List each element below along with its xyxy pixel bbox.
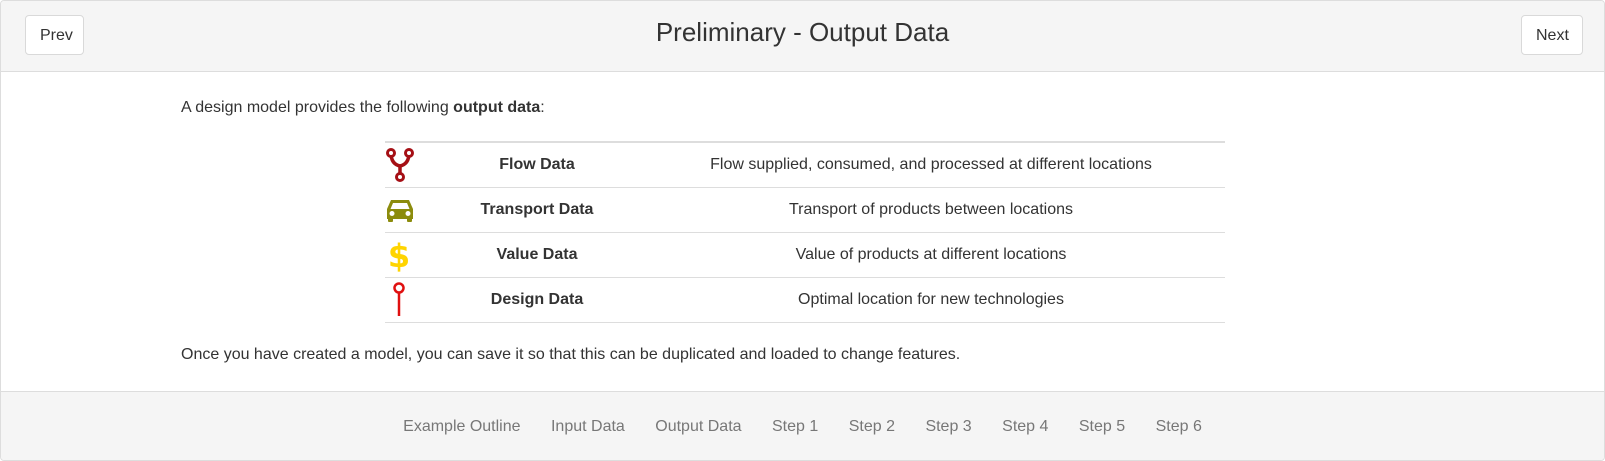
dollar-icon: $ bbox=[388, 238, 410, 272]
tutorial-panel: Prev Preliminary - Output Data Next A de… bbox=[0, 0, 1605, 461]
next-button[interactable]: Next bbox=[1521, 15, 1583, 55]
row-name: Flow Data bbox=[437, 142, 637, 188]
car-icon bbox=[387, 200, 413, 222]
table-row: Transport Data Transport of products bet… bbox=[385, 187, 1225, 233]
table-row: Design Data Optimal location for new tec… bbox=[385, 277, 1225, 323]
intro-suffix: : bbox=[540, 99, 545, 116]
intro-bold: output data bbox=[453, 99, 541, 116]
panel-header: Prev Preliminary - Output Data Next bbox=[1, 1, 1604, 72]
nav-step-3[interactable]: Step 3 bbox=[925, 416, 971, 438]
row-description: Value of products at different locations bbox=[637, 232, 1225, 278]
nav-step-2[interactable]: Step 2 bbox=[849, 416, 895, 438]
nav-output-data[interactable]: Output Data bbox=[655, 416, 741, 438]
table-row: $ Value Data Value of products at differ… bbox=[385, 232, 1225, 278]
row-description: Optimal location for new technologies bbox=[637, 277, 1225, 323]
nav-step-6[interactable]: Step 6 bbox=[1156, 416, 1202, 438]
row-description: Flow supplied, consumed, and processed a… bbox=[637, 142, 1225, 188]
row-name: Design Data bbox=[437, 277, 637, 323]
row-description: Transport of products between locations bbox=[637, 187, 1225, 233]
nav-input-data[interactable]: Input Data bbox=[551, 416, 625, 438]
flow-icon-cell bbox=[385, 142, 437, 188]
map-pin-icon bbox=[393, 282, 405, 316]
nav-step-4[interactable]: Step 4 bbox=[1002, 416, 1048, 438]
nav-step-1[interactable]: Step 1 bbox=[772, 416, 818, 438]
row-name: Transport Data bbox=[437, 187, 637, 233]
nav-example-outline[interactable]: Example Outline bbox=[403, 416, 520, 438]
page-title: Preliminary - Output Data bbox=[655, 17, 950, 47]
table-row: Flow Data Flow supplied, consumed, and p… bbox=[385, 142, 1225, 188]
intro-prefix: A design model provides the following bbox=[181, 99, 454, 116]
value-icon-cell: $ bbox=[385, 232, 437, 278]
panel-footer: Example Outline Input Data Output Data S… bbox=[1, 391, 1604, 460]
transport-icon-cell bbox=[385, 187, 437, 233]
svg-text:$: $ bbox=[388, 238, 410, 272]
flow-fork-icon bbox=[386, 148, 414, 182]
row-name: Value Data bbox=[437, 232, 637, 278]
outro-text: Once you have created a model, you can s… bbox=[181, 346, 961, 363]
output-data-table: Flow Data Flow supplied, consumed, and p… bbox=[385, 141, 1225, 323]
intro-text: A design model provides the following ou… bbox=[181, 97, 545, 119]
nav-step-5[interactable]: Step 5 bbox=[1079, 416, 1125, 438]
design-icon-cell bbox=[385, 277, 437, 323]
step-nav: Example Outline Input Data Output Data S… bbox=[1, 416, 1604, 438]
